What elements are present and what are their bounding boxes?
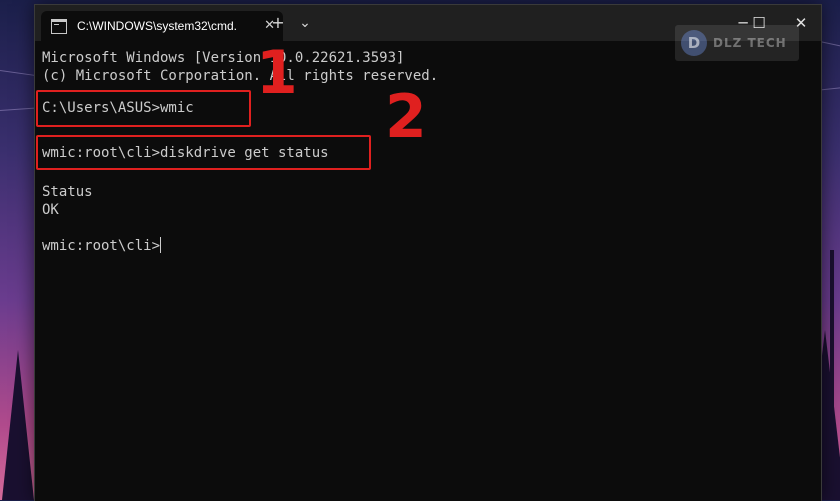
terminal-line-version: Microsoft Windows [Version 10.0.22621.35… <box>42 50 405 66</box>
step-1-label: 1 <box>256 38 298 108</box>
terminal-line-status-value: OK <box>42 202 59 218</box>
highlight-box-step1 <box>36 90 251 127</box>
terminal-prompt-line[interactable]: wmic:root\cli> <box>42 237 162 255</box>
step-2-label: 2 <box>385 82 427 152</box>
tab-title: C:\WINDOWS\system32\cmd. <box>77 19 237 33</box>
highlight-box-step2 <box>36 135 371 170</box>
watermark-text: DLZ TECH <box>713 36 787 50</box>
dlz-logo-icon: D <box>681 30 707 56</box>
tab-dropdown-button[interactable]: ⌄ <box>294 13 316 33</box>
cmd-window: C:\WINDOWS\system32\cmd. ✕ + ⌄ ─ ☐ ✕ Mic… <box>34 4 822 501</box>
text-cursor <box>160 237 162 253</box>
terminal-prompt: wmic:root\cli> <box>42 238 161 254</box>
terminal-output[interactable]: Microsoft Windows [Version 10.0.22621.35… <box>35 41 821 501</box>
tab-cmd[interactable]: C:\WINDOWS\system32\cmd. ✕ <box>41 11 283 41</box>
terminal-line-status-header: Status <box>42 184 93 200</box>
new-tab-button[interactable]: + <box>267 13 289 33</box>
terminal-icon <box>51 18 67 34</box>
watermark: D DLZ TECH <box>675 25 799 61</box>
terminal-line-copyright: (c) Microsoft Corporation. All rights re… <box>42 68 439 84</box>
